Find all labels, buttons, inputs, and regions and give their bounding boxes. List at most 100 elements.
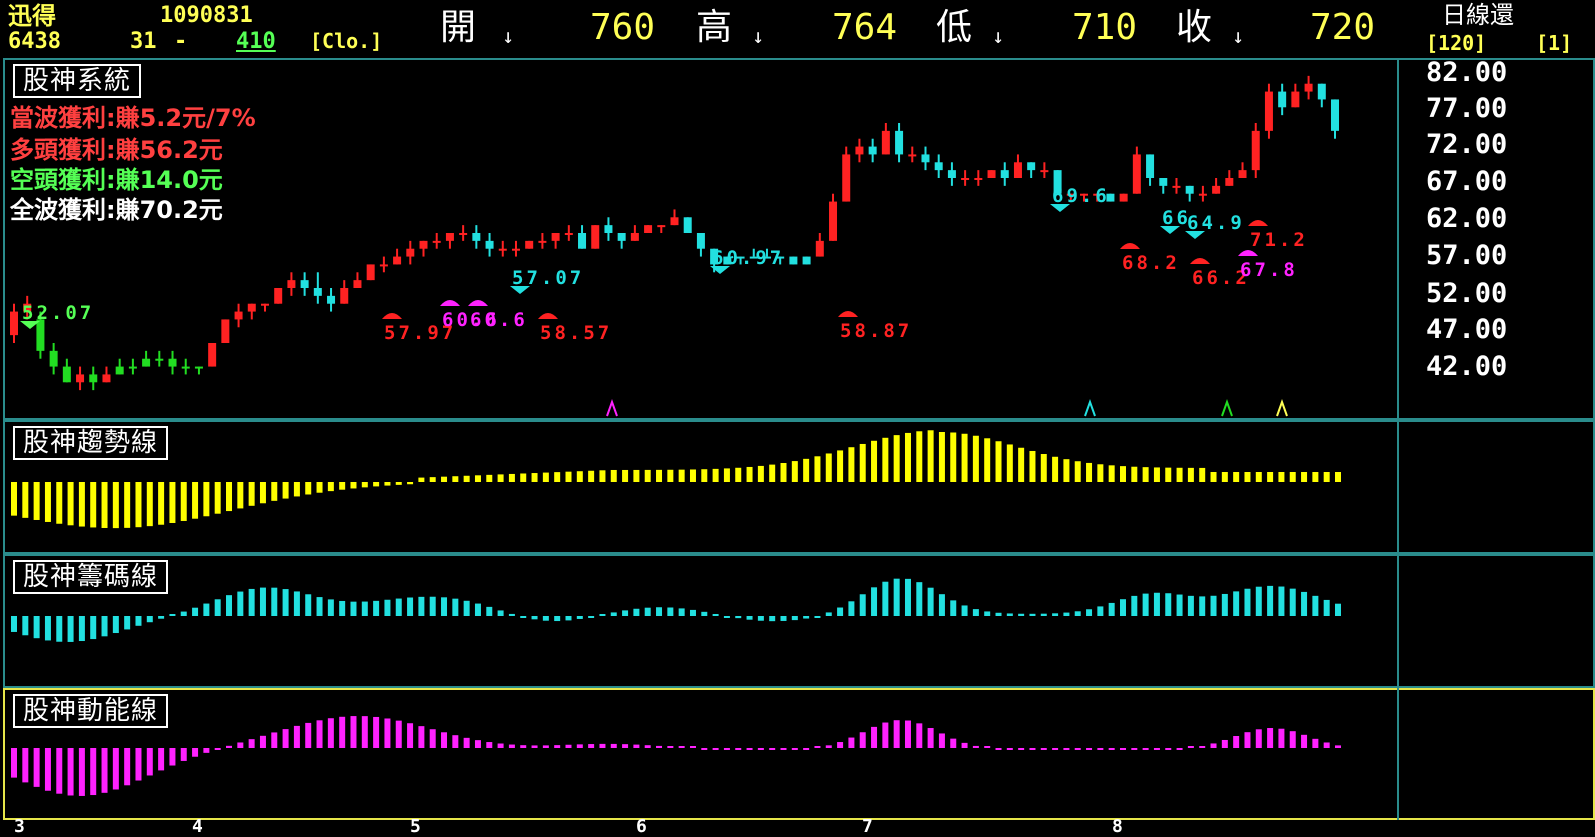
indicator-bar xyxy=(1131,748,1138,750)
period-index[interactable]: [1] xyxy=(1536,33,1572,53)
candle-body xyxy=(1198,193,1207,196)
y-tick-label: 82.00 xyxy=(1426,57,1508,88)
candle-body xyxy=(1264,91,1273,131)
indicator-bar xyxy=(293,725,300,748)
candle-body xyxy=(142,358,151,367)
indicator-bar xyxy=(1086,748,1093,750)
indicator-bar xyxy=(474,603,481,616)
indicator-bar xyxy=(1052,456,1059,482)
indicator-bar xyxy=(67,482,74,526)
candlestick-chart[interactable]: 52.0743.9757.9760.660.657.0758.5760.9758… xyxy=(0,58,1397,420)
indicator-bar xyxy=(1233,736,1240,748)
price-annotation: 68.2 xyxy=(1122,252,1180,274)
trough-marker-icon xyxy=(838,311,858,317)
indicator-bar xyxy=(90,748,97,796)
indicator-bar xyxy=(508,744,515,748)
indicator-bar xyxy=(1153,467,1160,482)
indicator-bar xyxy=(169,748,176,766)
indicator-bar xyxy=(599,743,606,748)
indicator-bar xyxy=(1142,593,1149,616)
indicator-bar xyxy=(972,609,979,616)
indicator-bar xyxy=(350,601,357,616)
indicator-bar xyxy=(1255,586,1262,616)
indicator-bar xyxy=(871,587,878,616)
x-tick-label: 8 xyxy=(1112,816,1123,837)
indicator-bar xyxy=(542,745,549,748)
candle-body xyxy=(604,225,613,233)
arrow-down-icon: ↓ xyxy=(502,24,515,48)
close-value: 720 xyxy=(1310,7,1376,48)
candle-body xyxy=(89,374,98,383)
open-value: 760 xyxy=(590,7,656,48)
indicator-bar xyxy=(282,482,289,499)
signal-marker-icon xyxy=(1221,399,1233,417)
indicator-bar xyxy=(452,598,459,616)
indicator-bar xyxy=(542,472,549,482)
indicator-bar xyxy=(1142,748,1149,750)
indicator-bar xyxy=(735,467,742,482)
indicator-bar xyxy=(1006,613,1013,616)
indicator-bar xyxy=(316,720,323,748)
indicator-bar xyxy=(825,453,832,482)
period-count[interactable]: [120] xyxy=(1426,33,1486,53)
candle-body xyxy=(1225,178,1234,186)
candle-body xyxy=(313,288,322,296)
candle-body xyxy=(657,225,666,228)
indicator-bar xyxy=(667,607,674,616)
y-tick-label: 67.00 xyxy=(1426,166,1508,197)
indicator-bar xyxy=(474,475,481,482)
indicator-bar xyxy=(803,616,810,619)
indicator-bar xyxy=(927,728,934,748)
indicator-bar xyxy=(565,471,572,482)
indicator-bar xyxy=(803,458,810,482)
indicator-bar xyxy=(1063,459,1070,482)
indicator-bar xyxy=(531,473,538,482)
indicator-bar xyxy=(1108,748,1115,750)
indicator-bar xyxy=(112,616,119,634)
indicator-bar xyxy=(735,748,742,750)
indicator-bar xyxy=(656,469,663,482)
indicator-bar xyxy=(689,609,696,616)
indicator-bar xyxy=(995,612,1002,616)
high-value: 764 xyxy=(832,7,898,48)
indicator-bar xyxy=(497,743,504,748)
candle-body xyxy=(617,233,626,241)
indicator-bar xyxy=(1165,593,1172,616)
candle-body xyxy=(630,233,639,241)
candle-body xyxy=(432,240,441,243)
indicator-bar xyxy=(56,748,63,794)
indicator-bar xyxy=(1165,467,1172,482)
candle-body xyxy=(1040,170,1049,173)
candle-body xyxy=(36,319,45,351)
indicator-bar xyxy=(927,430,934,482)
indicator-bar xyxy=(497,474,504,482)
candle-body xyxy=(564,233,573,235)
indicator-bar xyxy=(33,748,40,787)
candle-body xyxy=(908,154,917,157)
candle-body xyxy=(1159,178,1168,186)
y-tick-label: 42.00 xyxy=(1426,351,1508,382)
period-selector[interactable]: 日線還 xyxy=(1442,3,1514,27)
change-value: 31 xyxy=(130,29,157,54)
indicator-bar xyxy=(237,742,244,748)
stock-code: 6438 xyxy=(8,29,61,54)
volume-value: 410 xyxy=(236,29,276,54)
indicator-bar xyxy=(599,470,606,482)
indicator-bar xyxy=(769,464,776,482)
indicator-bar xyxy=(101,482,108,528)
indicator-bar xyxy=(554,616,561,622)
indicator-bar xyxy=(135,482,142,528)
trough-marker-icon xyxy=(1120,243,1140,249)
candle-body xyxy=(168,358,177,367)
y-tick-label: 72.00 xyxy=(1426,129,1508,160)
price-mode-button[interactable]: [Clo.] xyxy=(310,31,382,51)
indicator-bar xyxy=(361,601,368,616)
indicator-bar xyxy=(1052,748,1059,750)
indicator-bar xyxy=(1006,444,1013,482)
price-annotation: 52.07 xyxy=(22,302,94,324)
candle-body xyxy=(76,374,85,383)
indicator-bar xyxy=(1312,738,1319,748)
indicator-bar xyxy=(44,482,51,522)
indicator-bar xyxy=(11,748,17,778)
signal-marker-icon xyxy=(1084,399,1096,417)
